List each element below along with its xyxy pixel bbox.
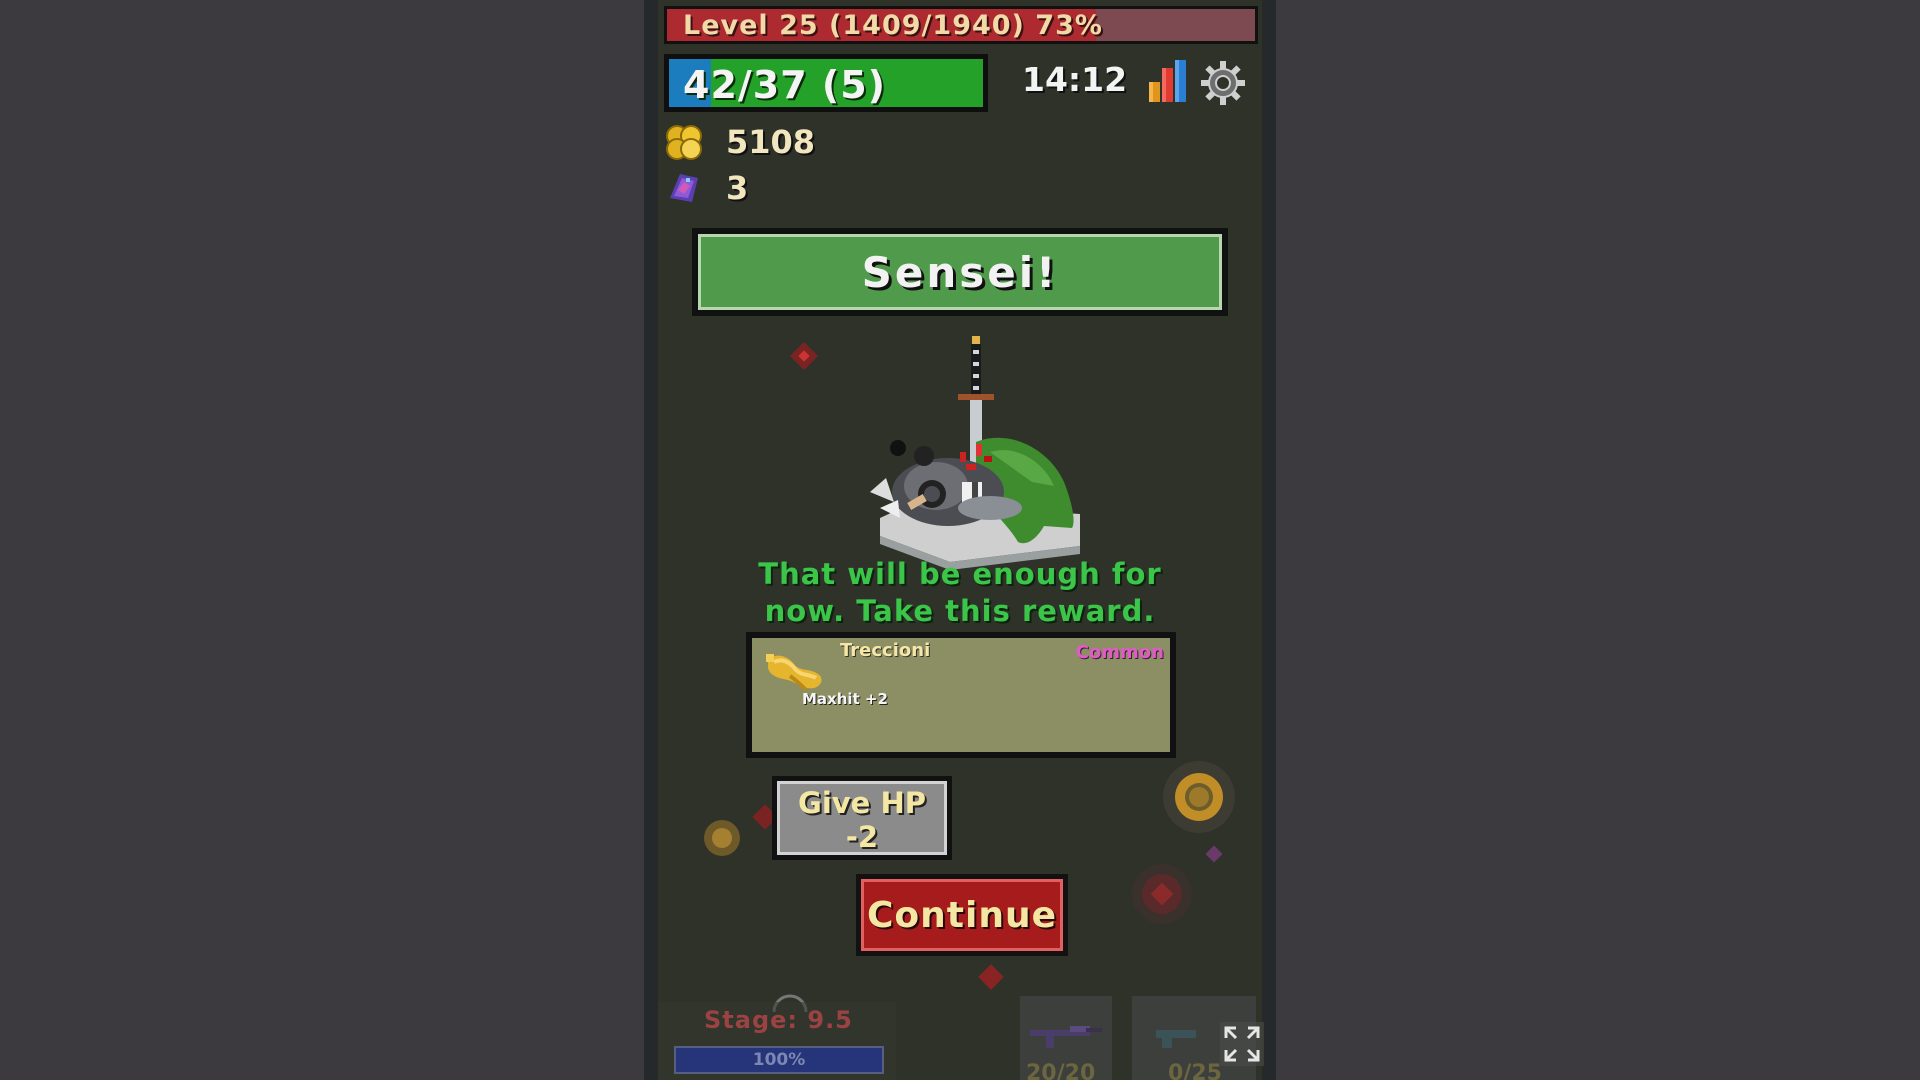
fullscreen-icon[interactable] [1220,1022,1264,1066]
stage-progress-text: 100% [752,1050,806,1070]
event-title-banner: Sensei! [692,228,1228,316]
dialog-line-2: now. Take this reward. [764,594,1156,628]
gold-counter: 5108 [664,122,815,162]
gold-coins-icon [666,125,702,160]
attack-button[interactable] [1130,862,1194,926]
sensei-sprite [870,336,1080,570]
bar-chart-icon[interactable] [1146,58,1190,104]
give-hp-cost: -2 [845,820,879,854]
reward-stat: Maxhit +2 [802,690,888,708]
reward-item-name: Treccioni [840,640,931,661]
continue-label: Continue [861,879,1063,951]
gem-drop-icon [1205,845,1223,863]
coin-drop-icon [704,820,740,856]
xp-level-bar: Level 25 (1409/1940) 73% [664,6,1258,44]
health-text: 42/37 (5) [683,63,887,107]
health-bar: 42/37 (5) [664,54,988,112]
rifle-icon [1030,1026,1102,1048]
crystal-counter: 3 [664,168,748,208]
purple-crystal-icon [670,174,698,202]
dialog-line-1: That will be enough for [758,557,1162,591]
event-title: Sensei! [861,247,1059,297]
sensei-dialog: That will be enough for now. Take this r… [684,556,1236,630]
pistol-icon [1156,1030,1196,1048]
gear-icon[interactable] [1200,60,1246,106]
blood-splat-icon [789,341,819,371]
stage-label: Stage: 9.5 [704,1006,853,1034]
viewport-edge-right [1262,0,1276,1080]
gold-amount: 5108 [726,123,816,161]
reward-rarity: Common [1075,642,1164,663]
run-timer: 14:12 [1022,60,1128,99]
level-text: Level 25 (1409/1940) 73% [683,10,1103,41]
give-hp-button[interactable]: Give HP -2 [772,776,952,860]
weapon-slot-1[interactable]: 20/20 [1020,996,1112,1080]
xp-bar-remaining [1096,9,1255,41]
crystal-amount: 3 [726,169,749,207]
game-viewport: Level 25 (1409/1940) 73% 42/37 (5) 14:12 [644,0,1276,1080]
weapon-2-ammo: 0/25 [1168,1061,1222,1080]
blood-splat-icon [978,964,1004,990]
weapon-1-ammo: 20/20 [1026,1061,1096,1080]
reward-card[interactable]: Treccioni Common Maxhit +2 [746,632,1176,758]
dash-button[interactable] [1160,758,1238,836]
viewport-edge-left [644,0,658,1080]
stage-progress-bar: 100% [674,1046,884,1074]
pasta-icon [766,654,822,692]
continue-button[interactable]: Continue [856,874,1068,956]
give-hp-label: Give HP [798,786,926,820]
